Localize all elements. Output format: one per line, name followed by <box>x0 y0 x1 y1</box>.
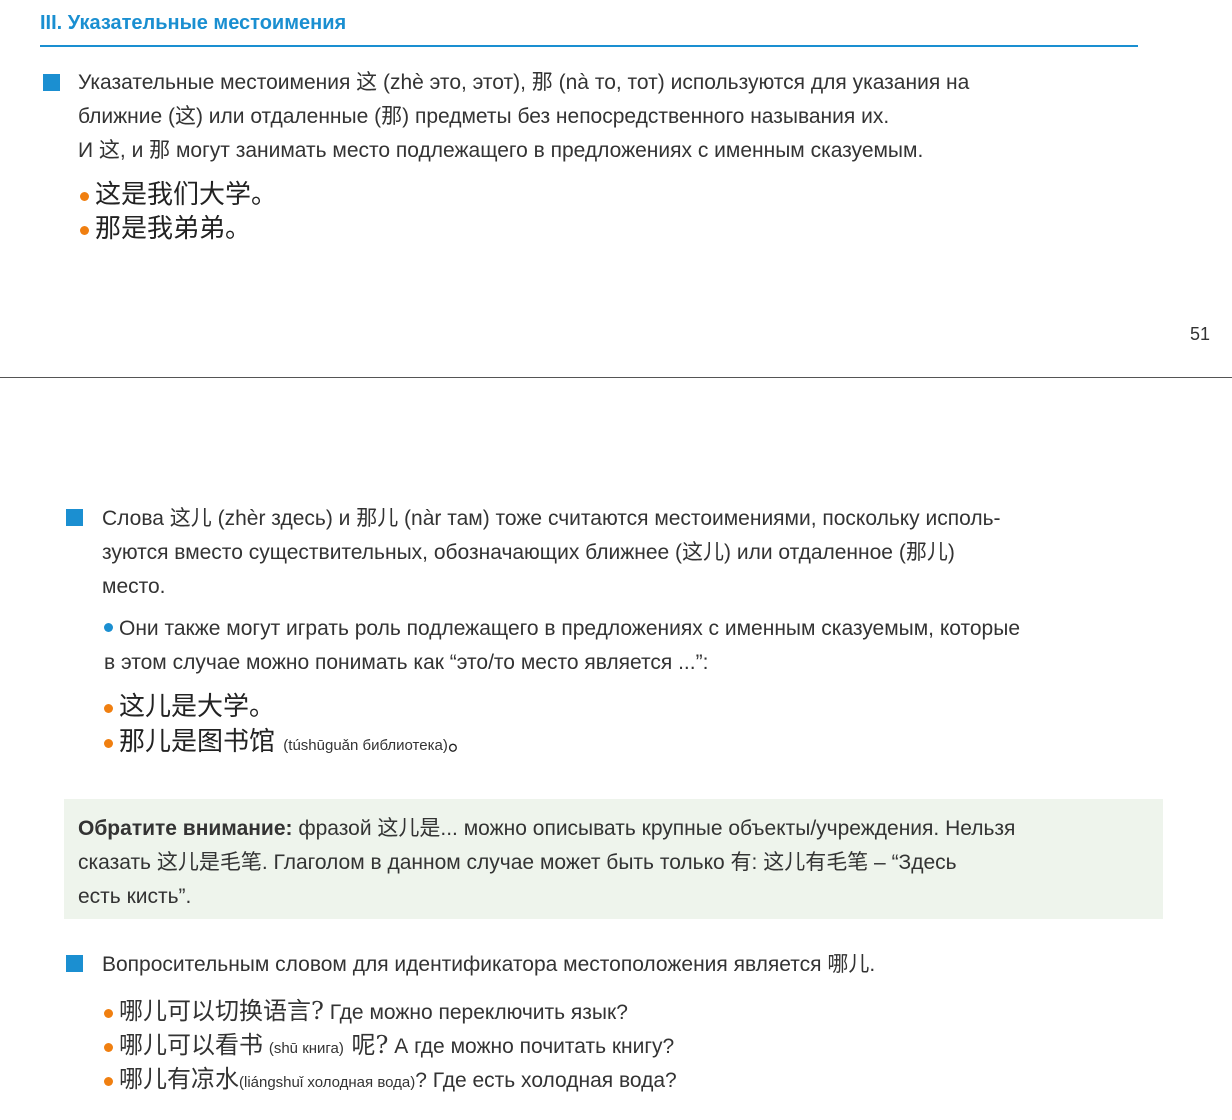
page-divider <box>0 377 1232 378</box>
note-text: Обратите внимание: фразой 这儿是... можно о… <box>78 817 1016 908</box>
block2-line2: зуются вместо существительных, обозначаю… <box>102 541 955 564</box>
block2-example-1: 这儿是大学。 <box>104 692 275 722</box>
block2-line1: Слова 这儿 (zhèr здесь) и 那儿 (nàr там) тож… <box>102 507 1001 530</box>
square-bullet-icon <box>43 74 60 91</box>
bullet-dot-icon <box>104 738 113 748</box>
question-2: 哪儿可以看书 (shū книга) 呢? А где можно почита… <box>104 1028 674 1066</box>
block2-subpoint: Они также могут играть роль подлежащего … <box>104 617 1021 674</box>
note-label: Обратите внимание: <box>78 817 293 840</box>
bullet-dot-icon <box>104 703 113 713</box>
block1-line2: ближние (这) или отдаленные (那) предметы … <box>78 105 890 128</box>
block2-text: Слова 这儿 (zhèr здесь) и 那儿 (nàr там) тож… <box>102 502 1172 604</box>
blue-dot-icon <box>104 622 113 632</box>
block1-line1: Указательные местоимения 这 (zhè это, это… <box>78 71 970 94</box>
square-bullet-icon <box>66 955 83 972</box>
bullet-dot-icon <box>80 191 89 201</box>
block1-line3: И 这, и 那 могут занимать место подлежащег… <box>78 139 924 162</box>
square-bullet-icon <box>66 509 83 526</box>
block2-example-2: 那儿是图书馆 (túshūguǎn библиотека)。 <box>104 727 474 761</box>
bullet-dot-icon <box>104 1042 113 1052</box>
section-title: III. Указательные местоимения <box>40 12 347 34</box>
question-3: 哪儿有凉水(liángshuǐ холодная вода)? Где есть… <box>104 1062 677 1100</box>
bullet-dot-icon <box>104 1008 113 1018</box>
block2-line3: место. <box>102 575 166 598</box>
bullet-dot-icon <box>80 225 89 235</box>
title-underline <box>40 45 1138 47</box>
page-number: 51 <box>1189 324 1210 344</box>
block3-line1: Вопросительным словом для идентификатора… <box>102 953 876 976</box>
block1-example-1: 这是我们大学。 <box>80 180 277 210</box>
block1-example-2: 那是我弟弟。 <box>80 214 251 244</box>
block1-text: Указательные местоимения 这 (zhè это, это… <box>78 66 1148 168</box>
bullet-dot-icon <box>104 1076 113 1086</box>
question-1: 哪儿可以切换语言? Где можно переключить язык? <box>104 994 628 1030</box>
